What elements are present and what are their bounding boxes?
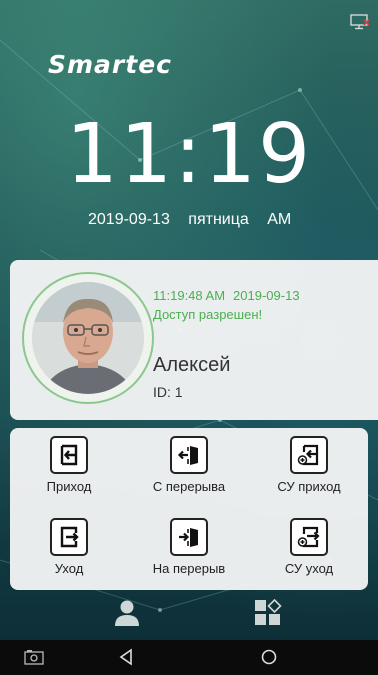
enter-icon [50,436,88,474]
exit-icon [50,518,88,556]
user-name: Алексей [153,354,231,376]
check-out-label: Уход [54,561,84,576]
user-id-value: 1 [174,384,183,400]
clock-weekday: пятница [188,211,249,228]
clock-date-row: 2019-09-13 пятница AM [88,211,305,229]
recognition-time: 11:19:48 AM [153,288,226,303]
check-in-label: Приход [46,479,92,494]
add-enter-icon [290,436,328,474]
overtime-in-label: СУ приход [277,479,341,494]
door-exit-icon [170,518,208,556]
clock-time: 11:19 [65,107,313,202]
home-icon[interactable] [260,648,278,670]
user-id-label: ID: [153,384,171,400]
add-exit-icon [290,518,328,556]
access-status: Доступ разрешен! [153,307,263,322]
check-out-button[interactable]: Уход [14,512,124,586]
apps-icon[interactable] [254,598,282,631]
door-enter-icon [170,436,208,474]
break-out-label: На перерыв [152,561,226,576]
system-navbar [0,640,378,675]
bottom-tabs [0,597,378,637]
avatar-frame [22,272,154,404]
recognition-card: 11:19:48 AM 2019-09-13 Доступ разрешен! А… [10,260,378,420]
attendance-panel: Приход С перерыва СУ приход Уход На пере… [10,428,368,590]
clock-date: 2019-09-13 [88,211,170,228]
brand-logo: Smartec [48,50,172,79]
overtime-out-button[interactable]: СУ уход [254,512,364,586]
break-out-button[interactable]: На перерыв [134,512,244,586]
break-return-label: С перерыва [152,479,226,494]
user-icon[interactable] [114,599,140,631]
recognition-date: 2019-09-13 [233,288,300,303]
recognition-timestamp: 11:19:48 AM 2019-09-13 [153,288,308,303]
overtime-in-button[interactable]: СУ приход [254,430,364,504]
break-return-button[interactable]: С перерыва [134,430,244,504]
screenshot-icon[interactable] [24,648,44,670]
back-icon[interactable] [118,648,134,670]
monitor-disconnected-icon [350,14,370,30]
check-in-button[interactable]: Приход [14,430,124,504]
avatar [32,282,144,394]
overtime-out-label: СУ уход [284,561,334,576]
clock-ampm: AM [267,211,292,228]
user-id: ID: 1 [153,384,183,400]
